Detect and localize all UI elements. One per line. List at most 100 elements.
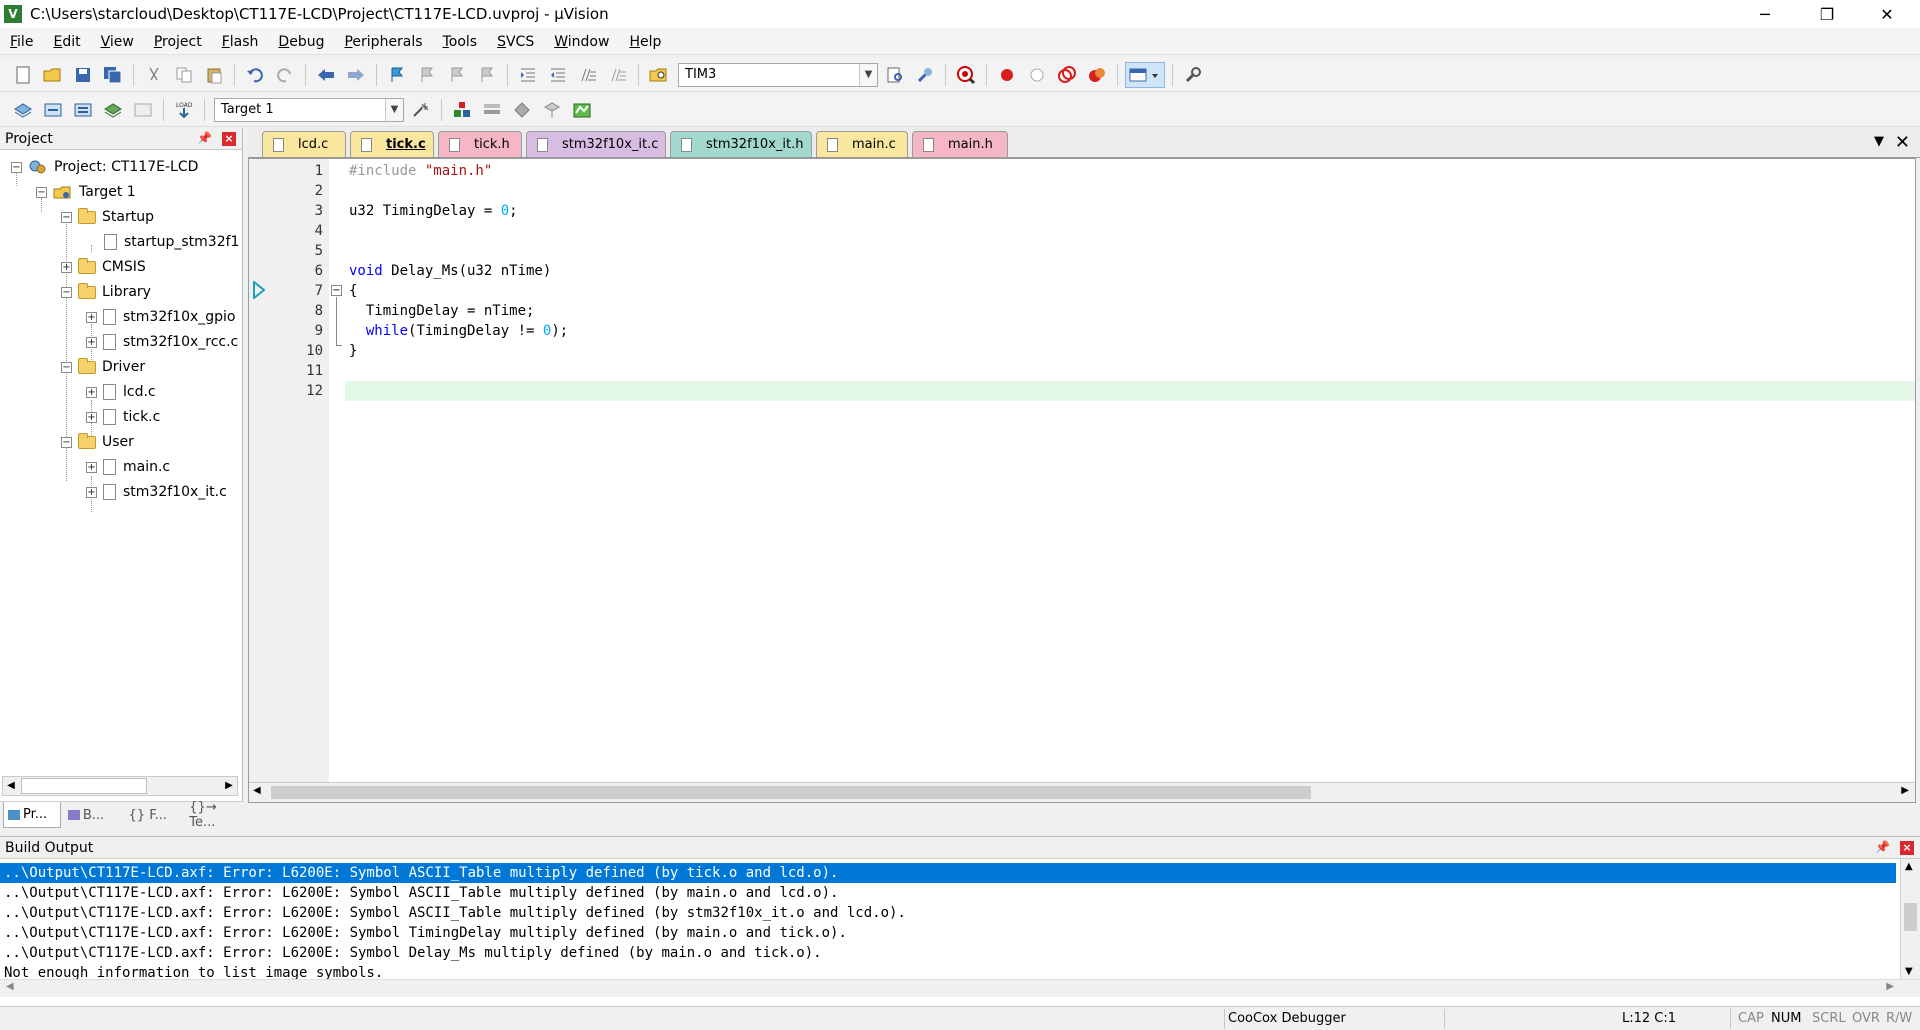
- pack-installer-icon[interactable]: [539, 97, 565, 123]
- tab-lcd-c[interactable]: lcd.c: [262, 131, 346, 157]
- tree-file-lcd[interactable]: + lcd.c: [86, 380, 156, 404]
- expand-icon[interactable]: +: [86, 336, 97, 348]
- tab-main-h[interactable]: main.h: [912, 131, 1008, 157]
- scrollbar-thumb[interactable]: [21, 778, 147, 794]
- expand-icon[interactable]: +: [61, 261, 72, 273]
- tree-project-root[interactable]: − Project: CT117E-LCD: [11, 155, 198, 179]
- menu-view[interactable]: View: [91, 34, 144, 50]
- build-output-line[interactable]: ..\Output\CT117E-LCD.axf: Error: L6200E:…: [4, 883, 838, 903]
- minimize-button[interactable]: ─: [1736, 0, 1794, 28]
- menu-file[interactable]: File: [0, 34, 43, 50]
- insert-breakpoint-icon[interactable]: [994, 62, 1020, 88]
- redo-icon[interactable]: [272, 62, 298, 88]
- bookmark-prev-icon[interactable]: [414, 62, 440, 88]
- close-editor-icon[interactable]: ✕: [1895, 132, 1910, 153]
- tree-file-it[interactable]: + stm32f10x_it.c: [86, 480, 227, 504]
- tree-target[interactable]: − Target 1: [36, 180, 136, 204]
- scrollbar-thumb[interactable]: [271, 786, 1311, 799]
- menu-window[interactable]: Window: [544, 34, 619, 50]
- menu-project[interactable]: Project: [144, 34, 212, 50]
- build-output-line[interactable]: ..\Output\CT117E-LCD.axf: Error: L6200E:…: [4, 943, 822, 963]
- enable-breakpoint-icon[interactable]: [1024, 62, 1050, 88]
- tab-project[interactable]: Pr...: [3, 802, 61, 828]
- manage-components-icon[interactable]: [509, 97, 535, 123]
- tree-group-cmsis[interactable]: + CMSIS: [61, 255, 146, 279]
- scroll-left-icon[interactable]: ◀: [253, 785, 261, 796]
- scroll-up-icon[interactable]: ▲: [1905, 861, 1913, 872]
- close-icon[interactable]: ×: [222, 132, 236, 146]
- scroll-left-icon[interactable]: ◀: [6, 981, 14, 992]
- target-options-icon[interactable]: [408, 97, 434, 123]
- bookmark-toggle-icon[interactable]: [384, 62, 410, 88]
- tab-main-c[interactable]: main.c: [816, 131, 908, 157]
- start-debug-icon[interactable]: [953, 62, 979, 88]
- incremental-find-icon[interactable]: [882, 62, 908, 88]
- editor-horizontal-scrollbar[interactable]: ◀ ▶: [249, 782, 1915, 802]
- tree-file-rcc[interactable]: + stm32f10x_rcc.c: [86, 330, 238, 354]
- code-editor[interactable]: 1 2 3 4 5 6 7 8 9 10 11 12 − #include "m…: [248, 158, 1916, 803]
- save-icon[interactable]: [70, 62, 96, 88]
- tab-list-dropdown-icon[interactable]: ▼: [1874, 134, 1884, 149]
- build-output-horizontal-scrollbar[interactable]: ◀ ▶: [0, 979, 1920, 997]
- scroll-right-icon[interactable]: ▶: [1901, 785, 1909, 796]
- stop-build-icon[interactable]: [130, 97, 156, 123]
- menu-flash[interactable]: Flash: [212, 34, 269, 50]
- project-horizontal-scrollbar[interactable]: ◀ ▶: [2, 776, 238, 796]
- collapse-icon[interactable]: −: [36, 186, 47, 198]
- tree-group-driver[interactable]: − Driver: [61, 355, 145, 379]
- tab-functions[interactable]: {} F...: [125, 802, 183, 828]
- translate-icon[interactable]: [10, 97, 36, 123]
- collapse-icon[interactable]: −: [11, 161, 22, 173]
- tab-stm32f10x-it-c[interactable]: stm32f10x_it.c: [526, 131, 666, 157]
- tab-stm32f10x-it-h[interactable]: stm32f10x_it.h: [670, 131, 812, 157]
- scroll-right-icon[interactable]: ▶: [1886, 981, 1894, 992]
- menu-peripherals[interactable]: Peripherals: [334, 34, 432, 50]
- batch-build-icon[interactable]: [100, 97, 126, 123]
- rte-green-icon[interactable]: [569, 97, 595, 123]
- scrollbar-thumb[interactable]: [1904, 903, 1917, 931]
- undo-icon[interactable]: [242, 62, 268, 88]
- restore-button[interactable]: ❐: [1798, 0, 1856, 28]
- rebuild-icon[interactable]: [70, 97, 96, 123]
- tree-file-tick[interactable]: + tick.c: [86, 405, 160, 429]
- expand-icon[interactable]: +: [86, 486, 97, 498]
- build-output-vertical-scrollbar[interactable]: ▲ ▼: [1900, 859, 1920, 979]
- menu-svcs[interactable]: SVCS: [487, 34, 544, 50]
- collapse-icon[interactable]: −: [61, 211, 72, 223]
- menu-debug[interactable]: Debug: [268, 34, 334, 50]
- expand-icon[interactable]: +: [86, 386, 97, 398]
- tree-file-startup[interactable]: startup_stm32f1: [104, 230, 239, 254]
- build-output-line[interactable]: ..\Output\CT117E-LCD.axf: Error: L6200E:…: [4, 903, 906, 923]
- find-in-files-icon[interactable]: [646, 62, 672, 88]
- tree-file-gpio[interactable]: + stm32f10x_gpio: [86, 305, 236, 329]
- select-packs-icon[interactable]: [479, 97, 505, 123]
- pin-icon[interactable]: 📌: [1875, 840, 1890, 854]
- chevron-down-icon[interactable]: ▼: [859, 63, 877, 86]
- tree-group-library[interactable]: − Library: [61, 280, 151, 304]
- kill-breakpoints-icon[interactable]: [1084, 62, 1110, 88]
- collapse-icon[interactable]: −: [61, 361, 72, 373]
- tree-group-startup[interactable]: − Startup: [61, 205, 154, 229]
- tree-group-user[interactable]: − User: [61, 430, 134, 454]
- target-combo[interactable]: Target 1 ▼: [214, 97, 404, 122]
- collapse-icon[interactable]: −: [61, 286, 72, 298]
- bookmark-clear-icon[interactable]: [474, 62, 500, 88]
- tab-tick-c[interactable]: tick.c: [350, 131, 434, 157]
- indent-icon[interactable]: [515, 62, 541, 88]
- expand-icon[interactable]: +: [86, 411, 97, 423]
- manage-project-items-icon[interactable]: [449, 97, 475, 123]
- navigate-forward-icon[interactable]: [343, 62, 369, 88]
- build-output-line[interactable]: ..\Output\CT117E-LCD.axf: Error: L6200E:…: [0, 863, 1896, 883]
- build-output-line[interactable]: ..\Output\CT117E-LCD.axf: Error: L6200E:…: [4, 923, 847, 943]
- menu-edit[interactable]: Edit: [43, 34, 90, 50]
- tree-file-main[interactable]: + main.c: [86, 455, 170, 479]
- uncomment-icon[interactable]: [605, 62, 631, 88]
- cut-icon[interactable]: [141, 62, 167, 88]
- tab-templates[interactable]: {}→ Te...: [185, 800, 243, 830]
- copy-icon[interactable]: [171, 62, 197, 88]
- window-layout-icon[interactable]: [1125, 61, 1165, 88]
- open-file-icon[interactable]: [40, 62, 66, 88]
- menu-help[interactable]: Help: [619, 34, 671, 50]
- find-replace-icon[interactable]: [912, 62, 938, 88]
- menu-tools[interactable]: Tools: [433, 34, 488, 50]
